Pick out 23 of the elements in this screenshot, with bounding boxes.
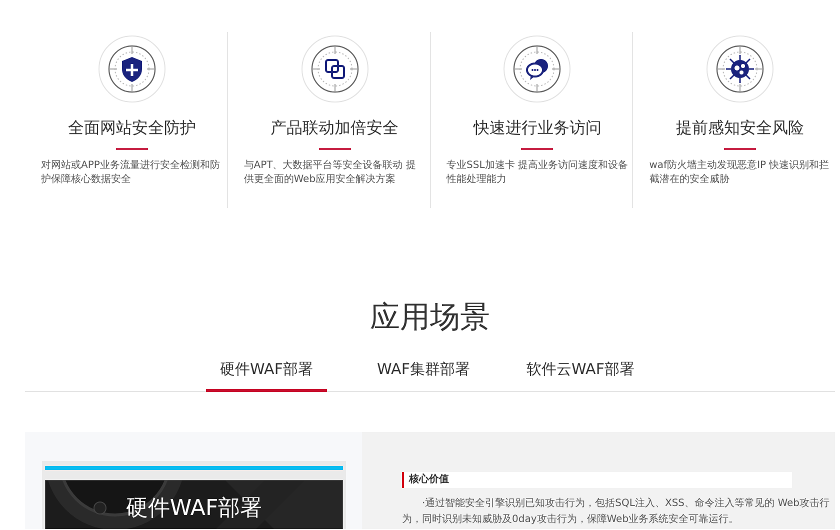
shield-icon (98, 35, 166, 103)
tab[interactable]: 软件云WAF部署 (520, 350, 641, 392)
title-underline (318, 148, 351, 150)
description-paragraph: ·通过智能安全引擎识别已知攻击行为，包括SQL注入、XSS、命令注入等常见的 Web攻击行为，同时识别未知威胁及0day攻击行为，保障Web业务系统安全可靠运行。 (402, 496, 830, 526)
section-title: 应用场景 (369, 299, 491, 337)
image-caption: 硬件WAF部署 (126, 494, 262, 522)
section-heading: 核心价值 (402, 472, 792, 488)
title-underline (724, 148, 756, 150)
feature-description: waf防火墙主动发现恶意IP 快速识别和拦截潜在的安全威胁 (649, 159, 830, 187)
feature-description: 与APT、大数据平台等安全设备联动 提供更全面的Web应用安全解决方案 (244, 159, 417, 187)
feature-title: 产品联动加倍安全 (270, 117, 399, 139)
overlapping-squares-icon (300, 35, 369, 103)
feature-title: 全面网站安全防护 (68, 117, 196, 139)
feature-description: 专业SSL加速卡 提高业务访问速度和设备性能处理能力 (446, 159, 628, 187)
feature-title: 提前感知安全风险 (676, 117, 804, 139)
chat-bubble-icon (503, 35, 572, 103)
feature-title: 快速进行业务访问 (473, 117, 602, 139)
feature-description: 对网站或APP业务流量进行安全检测和防护保障核心数据安全 (41, 159, 221, 187)
title-underline (116, 148, 148, 150)
virus-icon (706, 35, 774, 103)
tab[interactable]: 硬件WAF部署 (206, 350, 327, 392)
title-underline (521, 148, 554, 150)
tab[interactable]: WAF集群部署 (363, 350, 484, 392)
